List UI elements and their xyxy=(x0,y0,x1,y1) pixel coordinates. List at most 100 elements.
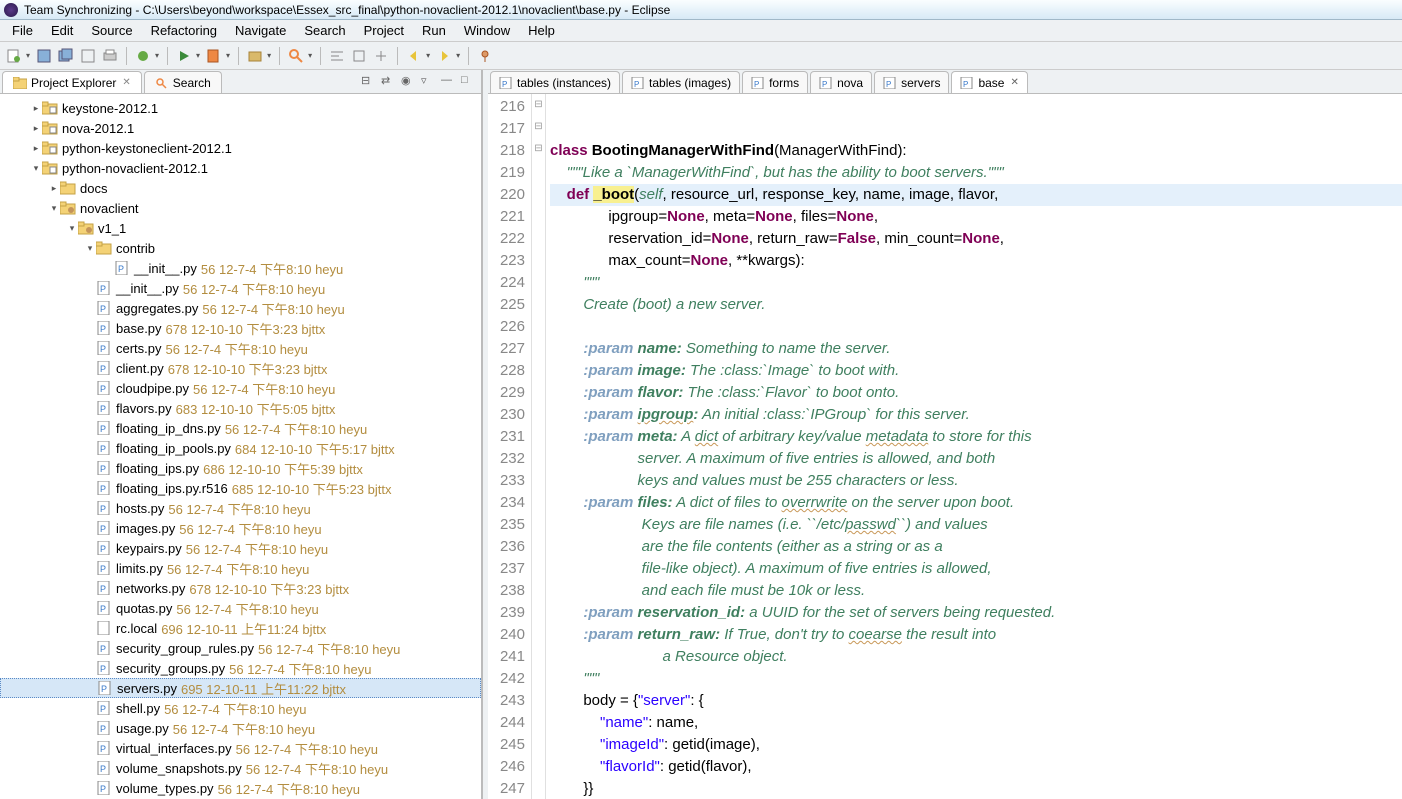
tree-item[interactable]: Psecurity_group_rules.py 56 12-7-4 下午8:1… xyxy=(0,638,481,658)
minimize-icon[interactable]: — xyxy=(441,74,455,88)
close-icon[interactable]: ✕ xyxy=(1010,77,1018,88)
fold-gutter[interactable]: ⊟⊟⊟ xyxy=(532,94,546,799)
py-icon: P xyxy=(96,541,112,555)
tree-item[interactable]: ▸docs xyxy=(0,178,481,198)
tree-item[interactable]: Paggregates.py 56 12-7-4 下午8:10 heyu xyxy=(0,298,481,318)
tool2-icon[interactable] xyxy=(351,48,367,64)
project-tree[interactable]: ▸keystone-2012.1▸nova-2012.1▸python-keys… xyxy=(0,94,481,799)
tab-label: Search xyxy=(173,76,211,90)
tree-item[interactable]: Pclient.py 678 12-10-10 下午3:23 bjttx xyxy=(0,358,481,378)
view-menu-icon[interactable]: ▿ xyxy=(421,74,435,88)
editor-tab[interactable]: Pnova xyxy=(810,71,872,93)
tree-item[interactable]: rc.local 696 12-10-11 上午11:24 bjttx xyxy=(0,618,481,638)
tree-item[interactable]: Pkeypairs.py 56 12-7-4 下午8:10 heyu xyxy=(0,538,481,558)
toggle-icon[interactable] xyxy=(329,48,345,64)
menu-run[interactable]: Run xyxy=(414,21,454,40)
tree-item[interactable]: Pfloating_ip_pools.py 684 12-10-10 下午5:1… xyxy=(0,438,481,458)
menu-file[interactable]: File xyxy=(4,21,41,40)
menu-window[interactable]: Window xyxy=(456,21,518,40)
tree-item[interactable]: ▾contrib xyxy=(0,238,481,258)
twisty-icon[interactable]: ▾ xyxy=(66,223,78,234)
tree-item[interactable]: Pcerts.py 56 12-7-4 下午8:10 heyu xyxy=(0,338,481,358)
code-editor[interactable]: 2162172182192202212222232242252262272282… xyxy=(488,94,1402,799)
tree-item[interactable]: Pservers.py 695 12-10-11 上午11:22 bjttx xyxy=(0,678,481,698)
tab-search[interactable]: Search xyxy=(144,71,222,93)
editor-tab[interactable]: Pservers xyxy=(874,71,949,93)
editor-tab[interactable]: Ptables (instances) xyxy=(490,71,620,93)
editor-tab[interactable]: Pforms xyxy=(742,71,808,93)
tree-item[interactable]: Phosts.py 56 12-7-4 下午8:10 heyu xyxy=(0,498,481,518)
back-icon[interactable] xyxy=(406,48,422,64)
tree-item[interactable]: Pvirtual_interfaces.py 56 12-7-4 下午8:10 … xyxy=(0,738,481,758)
editor-tab[interactable]: Pbase✕ xyxy=(951,71,1027,93)
menu-navigate[interactable]: Navigate xyxy=(227,21,294,40)
debug-icon[interactable] xyxy=(135,48,151,64)
run-icon[interactable] xyxy=(176,48,192,64)
tree-meta: 56 12-7-4 下午8:10 heyu xyxy=(202,299,344,318)
twisty-icon[interactable]: ▸ xyxy=(30,123,42,134)
save-all-icon[interactable] xyxy=(58,48,74,64)
svg-text:P: P xyxy=(754,80,759,89)
tree-item[interactable]: Pcloudpipe.py 56 12-7-4 下午8:10 heyu xyxy=(0,378,481,398)
menu-source[interactable]: Source xyxy=(83,21,140,40)
maximize-icon[interactable]: □ xyxy=(461,74,475,88)
tree-item[interactable]: ▾python-novaclient-2012.1 xyxy=(0,158,481,178)
svg-text:P: P xyxy=(100,304,106,314)
svg-text:P: P xyxy=(100,584,106,594)
tree-item[interactable]: Pquotas.py 56 12-7-4 下午8:10 heyu xyxy=(0,598,481,618)
new-pkg-icon[interactable] xyxy=(247,48,263,64)
twisty-icon[interactable]: ▸ xyxy=(30,143,42,154)
twisty-icon[interactable]: ▾ xyxy=(30,163,42,174)
new-icon[interactable] xyxy=(6,48,22,64)
tab-project-explorer[interactable]: Project Explorer ✕ xyxy=(2,71,142,93)
tree-item[interactable]: Pshell.py 56 12-7-4 下午8:10 heyu xyxy=(0,698,481,718)
save-icon[interactable] xyxy=(36,48,52,64)
focus-icon[interactable]: ◉ xyxy=(401,74,415,88)
menu-project[interactable]: Project xyxy=(356,21,412,40)
code-area[interactable]: class BootingManagerWithFind(ManagerWith… xyxy=(546,94,1402,799)
ext-tools-icon[interactable] xyxy=(206,48,222,64)
editor-tab[interactable]: Ptables (images) xyxy=(622,71,740,93)
tree-item[interactable]: P__init__.py 56 12-7-4 下午8:10 heyu xyxy=(0,258,481,278)
link-editor-icon[interactable]: ⇄ xyxy=(381,74,395,88)
twisty-icon[interactable]: ▾ xyxy=(48,203,60,214)
menu-search[interactable]: Search xyxy=(296,21,353,40)
tree-item[interactable]: Pflavors.py 683 12-10-10 下午5:05 bjttx xyxy=(0,398,481,418)
menu-edit[interactable]: Edit xyxy=(43,21,81,40)
tree-item[interactable]: ▾v1_1 xyxy=(0,218,481,238)
forward-icon[interactable] xyxy=(436,48,452,64)
twisty-icon[interactable]: ▸ xyxy=(48,183,60,194)
tree-item[interactable]: Pvolume_snapshots.py 56 12-7-4 下午8:10 he… xyxy=(0,758,481,778)
tree-item[interactable]: Pvolume_types.py 56 12-7-4 下午8:10 heyu xyxy=(0,778,481,798)
tree-item[interactable]: ▸python-keystoneclient-2012.1 xyxy=(0,138,481,158)
search-icon[interactable] xyxy=(288,48,304,64)
window-title: Team Synchronizing - C:\Users\beyond\wor… xyxy=(24,3,670,17)
tree-item[interactable]: ▾novaclient xyxy=(0,198,481,218)
tab-label: tables (instances) xyxy=(517,76,611,90)
tool3-icon[interactable] xyxy=(373,48,389,64)
pin-icon[interactable] xyxy=(477,48,493,64)
menu-help[interactable]: Help xyxy=(520,21,563,40)
twisty-icon[interactable]: ▾ xyxy=(84,243,96,254)
menu-refactoring[interactable]: Refactoring xyxy=(143,21,225,40)
tree-item[interactable]: Pfloating_ip_dns.py 56 12-7-4 下午8:10 hey… xyxy=(0,418,481,438)
close-icon[interactable]: ✕ xyxy=(122,77,130,88)
py-icon: P xyxy=(114,261,130,275)
tool-icon[interactable] xyxy=(80,48,96,64)
tree-item[interactable]: Pimages.py 56 12-7-4 下午8:10 heyu xyxy=(0,518,481,538)
tree-item[interactable]: ▸nova-2012.1 xyxy=(0,118,481,138)
tree-meta: 678 12-10-10 下午3:23 bjttx xyxy=(166,319,326,338)
tree-item[interactable]: Pusage.py 56 12-7-4 下午8:10 heyu xyxy=(0,718,481,738)
tree-meta: 678 12-10-10 下午3:23 bjttx xyxy=(168,359,328,378)
twisty-icon[interactable]: ▸ xyxy=(30,103,42,114)
tree-item[interactable]: Pfloating_ips.py.r516 685 12-10-10 下午5:2… xyxy=(0,478,481,498)
tree-item[interactable]: Psecurity_groups.py 56 12-7-4 下午8:10 hey… xyxy=(0,658,481,678)
collapse-all-icon[interactable]: ⊟ xyxy=(361,74,375,88)
tree-item[interactable]: ▸keystone-2012.1 xyxy=(0,98,481,118)
tree-item[interactable]: Plimits.py 56 12-7-4 下午8:10 heyu xyxy=(0,558,481,578)
tree-item[interactable]: P__init__.py 56 12-7-4 下午8:10 heyu xyxy=(0,278,481,298)
print-icon[interactable] xyxy=(102,48,118,64)
tree-item[interactable]: Pfloating_ips.py 686 12-10-10 下午5:39 bjt… xyxy=(0,458,481,478)
tree-item[interactable]: Pnetworks.py 678 12-10-10 下午3:23 bjttx xyxy=(0,578,481,598)
tree-item[interactable]: Pbase.py 678 12-10-10 下午3:23 bjttx xyxy=(0,318,481,338)
